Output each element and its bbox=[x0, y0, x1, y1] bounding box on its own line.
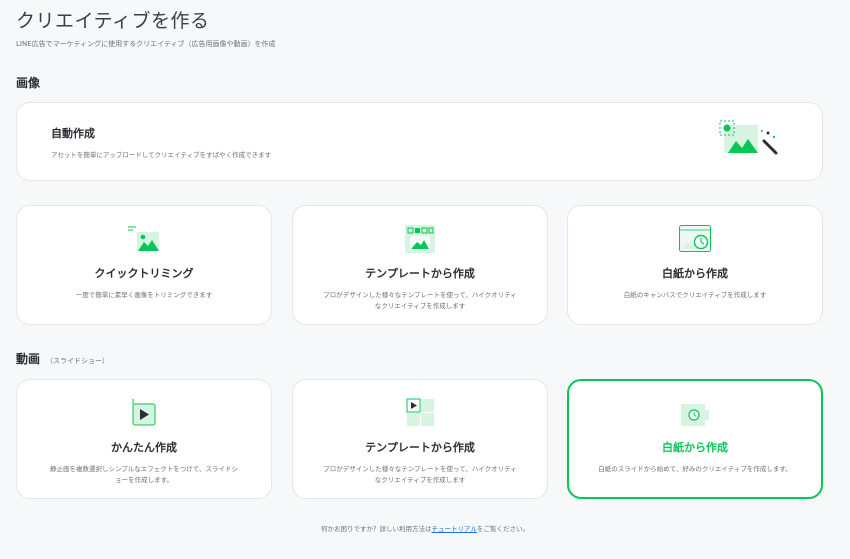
card-title: テンプレートから作成 bbox=[365, 441, 475, 454]
card-desc: プロがデザインした様々なテンプレートを使って、ハイクオリティなクリエイティブを作… bbox=[323, 465, 517, 484]
quick-trimming-card[interactable]: クイックトリミング 一度で簡単に素早く画像をトリミングできます bbox=[16, 205, 272, 325]
card-title: 白紙から作成 bbox=[662, 441, 728, 454]
video-section-note: （スライドショー） bbox=[46, 357, 110, 365]
page-subtitle: LINE広告でマーケティングに使用するクリエイティブ（広告用画像や動画）を作成 bbox=[16, 40, 276, 48]
card-title: クイックトリミング bbox=[94, 267, 194, 280]
blank-video-card[interactable]: 白紙から作成 白紙のスライドから始めて、好みのクリエイティブを作成します。 bbox=[567, 379, 823, 499]
auto-create-title: 自動作成 bbox=[51, 127, 95, 140]
card-desc: 一度で簡単に素早く画像をトリミングできます bbox=[75, 291, 213, 299]
easy-create-video-card[interactable]: かんたん作成 静止画を複数選択しシンプルなエフェクトをつけて、スライドショーを作… bbox=[16, 379, 272, 499]
blank-canvas-image-card[interactable]: 白紙から作成 白紙のキャンバスでクリエイティブを作成します bbox=[567, 205, 823, 325]
tutorial-link[interactable]: チュートリアル bbox=[432, 525, 477, 533]
help-footer: 何かお困りですか？詳しい利用方法はチュートリアルをご覧ください。 bbox=[0, 523, 850, 533]
card-desc: プロがデザインした様々なテンプレートを使って、ハイクオリティなクリエイティブを作… bbox=[323, 291, 517, 310]
card-title: 白紙から作成 bbox=[662, 267, 728, 280]
footer-prefix: 何かお困りですか？詳しい利用方法は bbox=[321, 525, 432, 533]
footer-suffix: をご覧ください。 bbox=[476, 525, 529, 533]
video-section-label: 動画 bbox=[16, 352, 41, 366]
page-title: クリエイティブを作る bbox=[16, 10, 210, 32]
crop-image-icon bbox=[127, 224, 161, 254]
template-video-card[interactable]: テンプレートから作成 プロがデザインした様々なテンプレートを使って、ハイクオリテ… bbox=[292, 379, 548, 499]
template-image-card[interactable]: テンプレートから作成 プロがデザインした様々なテンプレートを使って、ハイクオリテ… bbox=[292, 205, 548, 325]
easy-video-icon bbox=[127, 398, 161, 428]
card-desc: 白紙のスライドから始めて、好みのクリエイティブを作成します。 bbox=[598, 465, 792, 473]
card-desc: 白紙のキャンバスでクリエイティブを作成します bbox=[623, 291, 767, 299]
blank-canvas-icon bbox=[678, 224, 712, 254]
card-desc: 静止画を複数選択しシンプルなエフェクトをつけて、スライドショーを作成します。 bbox=[50, 465, 238, 484]
magic-image-icon bbox=[718, 119, 784, 169]
template-image-icon bbox=[403, 224, 437, 254]
auto-create-card[interactable]: 自動作成 アセットを簡単にアップロードしてクリエイティブをすばやく作成できます bbox=[16, 102, 823, 181]
blank-video-icon bbox=[678, 399, 712, 429]
template-video-icon bbox=[403, 398, 437, 428]
card-title: かんたん作成 bbox=[111, 441, 177, 454]
auto-create-desc: アセットを簡単にアップロードしてクリエイティブをすばやく作成できます bbox=[51, 151, 272, 159]
image-section-title: 画像 bbox=[16, 76, 41, 90]
video-section-title: 動画 （スライドショー） bbox=[16, 350, 109, 367]
card-title: テンプレートから作成 bbox=[365, 267, 475, 280]
